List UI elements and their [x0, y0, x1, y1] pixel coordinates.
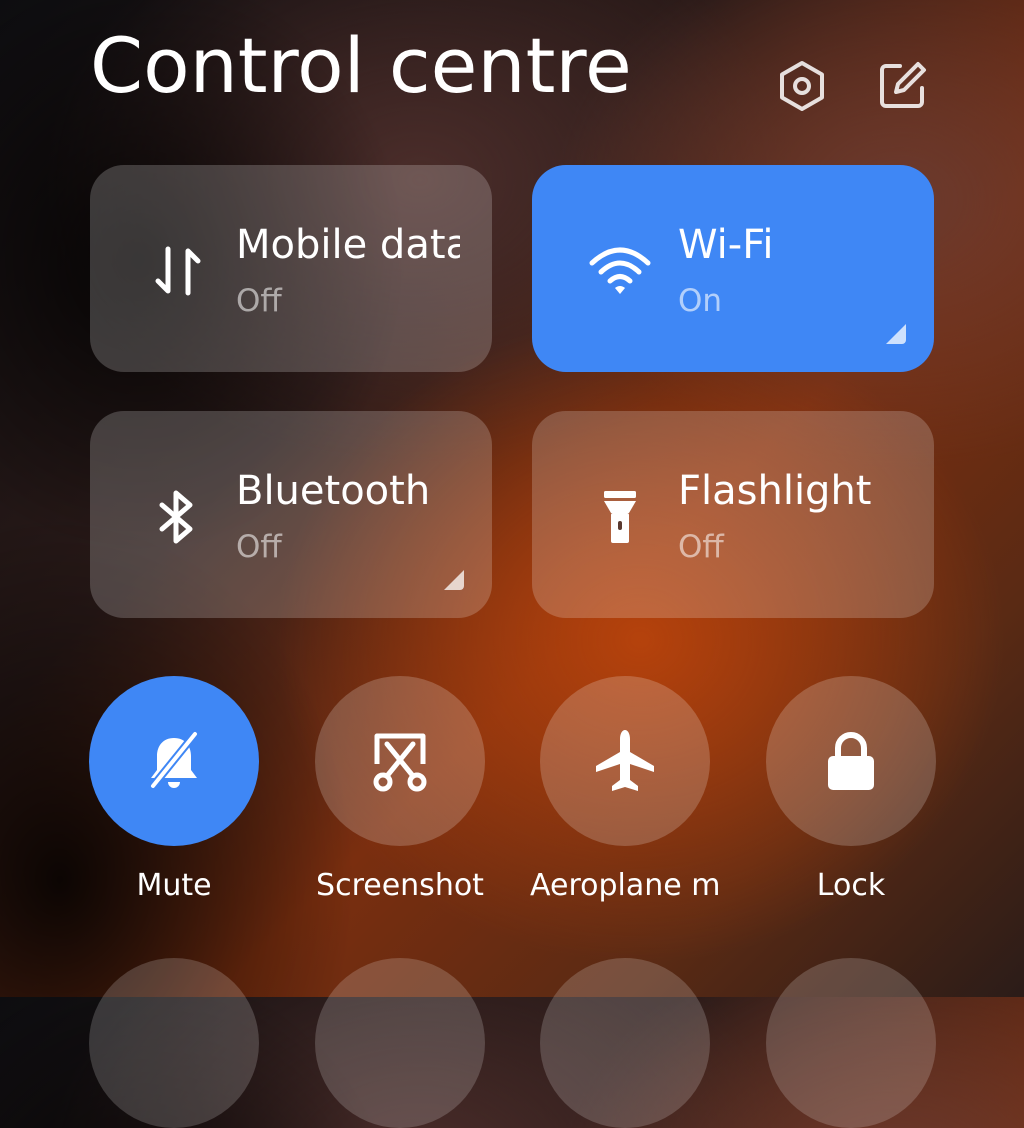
tile-state: Off — [236, 283, 282, 319]
scissors-icon — [373, 733, 427, 792]
expand-corner-icon[interactable] — [442, 568, 464, 590]
mobile-data-icon — [146, 239, 210, 303]
tile-name: Bluetooth — [236, 468, 431, 514]
tile-state: On — [678, 283, 723, 319]
toggle-next-row[interactable] — [315, 958, 485, 1128]
toggle-mute[interactable] — [89, 676, 259, 846]
tile-name: Flashlight — [678, 468, 872, 514]
bell-off-icon — [149, 730, 199, 790]
toggle-aeroplane-mode[interactable] — [540, 676, 710, 846]
tile-state: Off — [236, 529, 282, 565]
tile-mobile-data[interactable]: Mobile data Off — [90, 165, 492, 372]
expand-corner-icon[interactable] — [884, 322, 906, 344]
lock-icon — [828, 732, 874, 790]
bluetooth-icon — [146, 485, 210, 549]
tile-name: Mobile data — [236, 222, 460, 268]
tile-flashlight[interactable]: Flashlight Off — [532, 411, 934, 618]
tile-wifi[interactable]: Wi-Fi On — [532, 165, 934, 372]
toggle-lock[interactable] — [766, 676, 936, 846]
flashlight-icon — [588, 485, 652, 549]
settings-hexagon-icon[interactable] — [776, 60, 828, 112]
wifi-icon — [588, 239, 652, 303]
toggle-next-row[interactable] — [540, 958, 710, 1128]
tile-bluetooth[interactable]: Bluetooth Off — [90, 411, 492, 618]
toggle-next-row[interactable] — [89, 958, 259, 1128]
toggle-label: Mute — [136, 868, 212, 903]
airplane-icon — [596, 730, 654, 791]
toggle-screenshot[interactable] — [315, 676, 485, 846]
tile-name: Wi-Fi — [678, 222, 774, 268]
toggle-label: Aeroplane m — [530, 868, 720, 903]
toggle-next-row[interactable] — [766, 958, 936, 1128]
toggle-label: Screenshot — [316, 868, 484, 903]
edit-icon[interactable] — [876, 60, 928, 112]
toggle-label: Lock — [816, 868, 886, 903]
page-title: Control centre — [90, 21, 632, 110]
tile-state: Off — [678, 529, 724, 565]
